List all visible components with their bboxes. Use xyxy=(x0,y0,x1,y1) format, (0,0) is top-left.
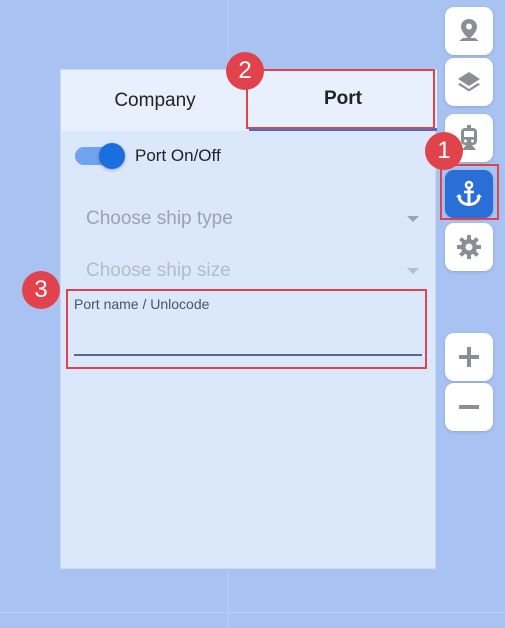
tab-port[interactable]: Port xyxy=(249,70,437,131)
plus-icon xyxy=(459,347,479,367)
port-name-label: Port name / Unlocode xyxy=(74,296,210,312)
port-button[interactable] xyxy=(445,170,493,218)
port-toggle-label: Port On/Off xyxy=(135,146,221,165)
minus-icon xyxy=(459,405,479,409)
caret-down-icon xyxy=(407,216,419,222)
ship-size-placeholder: Choose ship size xyxy=(86,260,231,281)
settings-button[interactable] xyxy=(445,223,493,271)
step-badge-2: 2 xyxy=(226,52,264,90)
location-button[interactable] xyxy=(445,7,493,55)
port-toggle[interactable] xyxy=(75,143,125,169)
zoom-in-button[interactable] xyxy=(445,333,493,381)
port-name-field: Port name / Unlocode xyxy=(74,296,422,356)
caret-down-icon xyxy=(407,268,419,274)
toggle-knob[interactable] xyxy=(99,143,125,169)
ship-type-select[interactable]: Choose ship type xyxy=(86,204,419,234)
tab-company[interactable]: Company xyxy=(61,70,249,131)
ship-size-select[interactable]: Choose ship size xyxy=(86,256,419,286)
layers-icon xyxy=(458,72,480,92)
map-gridline xyxy=(0,612,505,613)
step-badge-3: 3 xyxy=(22,271,60,309)
ship-type-placeholder: Choose ship type xyxy=(86,208,233,229)
zoom-out-button[interactable] xyxy=(445,383,493,431)
layers-button[interactable] xyxy=(445,58,493,106)
step-badge-1: 1 xyxy=(425,132,463,170)
anchor-icon xyxy=(456,180,482,207)
gear-icon xyxy=(457,235,481,259)
port-toggle-row: Port On/Off xyxy=(75,143,221,169)
location-pin-icon xyxy=(459,19,479,41)
port-panel: Company Port Port On/Off Choose ship typ… xyxy=(60,69,437,569)
port-name-input[interactable] xyxy=(74,332,422,356)
